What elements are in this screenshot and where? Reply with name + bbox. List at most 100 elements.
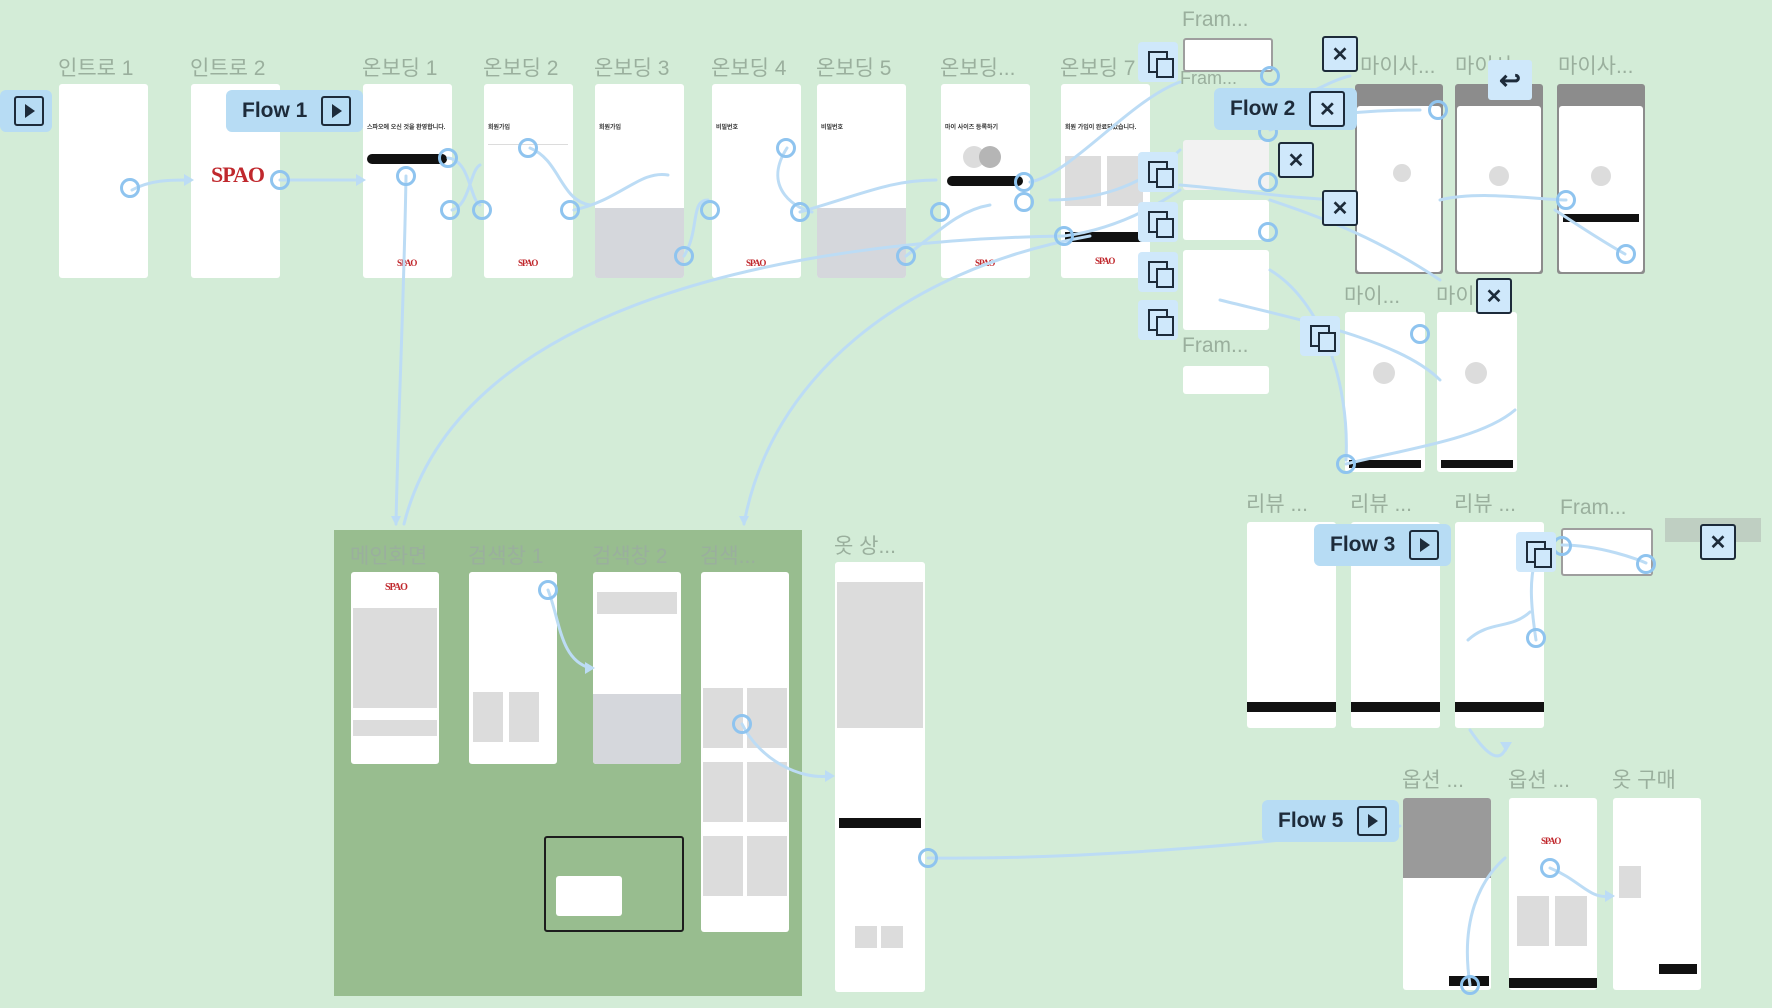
frame-label-intro2[interactable]: 인트로 2 [190, 52, 265, 82]
close-icon[interactable]: ✕ [1322, 36, 1358, 72]
close-icon[interactable]: ✕ [1322, 190, 1358, 226]
copy-icon[interactable] [1516, 532, 1556, 572]
connection-node[interactable] [1014, 172, 1034, 192]
frame-label-top[interactable]: Fram... [1182, 8, 1249, 32]
frame-search3[interactable] [701, 572, 789, 932]
frame-label-onboarding6[interactable]: 온보딩... [940, 52, 1015, 82]
buy-button[interactable] [839, 818, 921, 828]
frame-label-frame-review[interactable]: Fram... [1560, 496, 1627, 520]
frame-label-search1[interactable]: 검색창 1 [468, 540, 543, 570]
connection-node[interactable] [396, 166, 416, 186]
frame-label-onboarding2[interactable]: 온보딩 2 [483, 52, 558, 82]
frame-label-onboarding1[interactable]: 온보딩 1 [362, 52, 437, 82]
connection-node[interactable] [1014, 192, 1034, 212]
frame-label-option2[interactable]: 옵션 ... [1508, 764, 1570, 794]
connection-node[interactable] [518, 138, 538, 158]
frame-onboarding3[interactable]: 회원가입 [595, 84, 684, 278]
frame-search1[interactable] [469, 572, 557, 764]
frame-popup-mid2[interactable] [1183, 200, 1269, 240]
connection-node[interactable] [790, 202, 810, 222]
onb1-cta-button[interactable] [367, 154, 447, 164]
connection-node[interactable] [438, 148, 458, 168]
frame-mysize2[interactable] [1455, 84, 1543, 274]
connection-node[interactable] [1636, 554, 1656, 574]
frame-search2[interactable] [593, 572, 681, 764]
frame-purchase[interactable] [1613, 798, 1701, 990]
frame-label-onboarding7[interactable]: 온보딩 7 [1060, 52, 1135, 82]
play-icon[interactable] [1409, 530, 1440, 560]
connection-node[interactable] [1428, 100, 1448, 120]
figma-canvas[interactable]: 인트로 1 인트로 2 온보딩 1 온보딩 2 온보딩 3 온보딩 4 온보딩 … [0, 0, 1772, 1008]
frame-label-low[interactable]: Fram... [1182, 334, 1249, 358]
frame-main[interactable]: SPAO [351, 572, 439, 764]
close-icon[interactable]: ✕ [1700, 524, 1736, 560]
connection-node[interactable] [776, 138, 796, 158]
flow1-badge[interactable]: Flow 1 [226, 90, 364, 132]
close-icon[interactable]: ✕ [1278, 142, 1314, 178]
frame-clothes-detail[interactable] [835, 562, 925, 992]
frame-popup-top[interactable] [1183, 38, 1273, 72]
connection-node[interactable] [1260, 66, 1280, 86]
connection-node[interactable] [560, 200, 580, 220]
connection-node[interactable] [1258, 172, 1278, 192]
close-icon[interactable]: ✕ [1309, 91, 1346, 127]
connection-node[interactable] [1616, 244, 1636, 264]
close-icon[interactable]: ✕ [1476, 278, 1512, 314]
copy-icon[interactable] [1138, 300, 1178, 340]
connection-node[interactable] [1556, 190, 1576, 210]
frame-label-main[interactable]: 메인화면 [350, 540, 427, 570]
connection-node[interactable] [1258, 222, 1278, 242]
copy-icon[interactable] [1138, 152, 1178, 192]
connection-node[interactable] [1410, 324, 1430, 344]
copy-icon[interactable] [1138, 202, 1178, 242]
frame-label-onboarding4[interactable]: 온보딩 4 [711, 52, 786, 82]
frame-label-search2[interactable]: 검색창 2 [592, 540, 667, 570]
connection-node[interactable] [732, 714, 752, 734]
save-button[interactable] [1563, 214, 1639, 222]
connection-node[interactable] [1526, 628, 1546, 648]
connection-node[interactable] [674, 246, 694, 266]
connection-node[interactable] [472, 200, 492, 220]
connection-node[interactable] [440, 200, 460, 220]
frame-label-review3[interactable]: 리뷰 ... [1454, 488, 1516, 518]
connection-node[interactable] [1054, 226, 1074, 246]
connection-node[interactable] [120, 178, 140, 198]
copy-icon[interactable] [1138, 42, 1178, 82]
connection-node[interactable] [270, 170, 290, 190]
frame-label-mysize1[interactable]: 마이사... [1360, 50, 1435, 80]
frame-label-review2[interactable]: 리뷰 ... [1350, 488, 1412, 518]
frame-label-intro1[interactable]: 인트로 1 [58, 52, 133, 82]
flow5-badge[interactable]: Flow 5 [1262, 800, 1400, 842]
purchase-button[interactable] [1659, 964, 1697, 974]
frame-label-onboarding5[interactable]: 온보딩 5 [816, 52, 891, 82]
frame-label-review1[interactable]: 리뷰 ... [1246, 488, 1308, 518]
onb7-start-button[interactable] [1065, 232, 1145, 242]
frame-label-onboarding3[interactable]: 온보딩 3 [594, 52, 669, 82]
flow3-badge[interactable]: Flow 3 [1314, 524, 1452, 566]
onb6-register-button[interactable] [947, 176, 1023, 186]
copy-icon[interactable] [1138, 252, 1178, 292]
frame-mysize5[interactable] [1437, 312, 1517, 472]
connection-node[interactable] [1336, 454, 1356, 474]
frame-label-option1[interactable]: 옵션 ... [1402, 764, 1464, 794]
connection-node[interactable] [700, 200, 720, 220]
play-icon[interactable] [1357, 806, 1388, 836]
back-icon[interactable]: ↩ [1488, 60, 1532, 100]
frame-label-mysize4[interactable]: 마이... [1344, 280, 1400, 310]
connection-node[interactable] [1460, 975, 1480, 995]
frame-onboarding2[interactable]: 회원가입 SPAO [484, 84, 573, 278]
connection-node[interactable] [1540, 858, 1560, 878]
connection-node[interactable] [930, 202, 950, 222]
frame-label-purchase[interactable]: 옷 구매 [1612, 764, 1676, 794]
frame-label-clothes-detail[interactable]: 옷 상... [834, 530, 896, 560]
frame-label-mysize3[interactable]: 마이사... [1558, 50, 1633, 80]
frame-onboarding7[interactable]: 회원 가입이 완료되었습니다. SPAO [1061, 84, 1150, 278]
frame-onboarding4[interactable]: 비밀번호 SPAO [712, 84, 801, 278]
connection-node[interactable] [918, 848, 938, 868]
copy-icon[interactable] [1300, 316, 1340, 356]
connection-node[interactable] [538, 580, 558, 600]
play-icon[interactable] [14, 96, 44, 126]
play-icon[interactable] [321, 96, 352, 126]
frame-onboarding5[interactable]: 비밀번호 [817, 84, 906, 278]
connection-node[interactable] [896, 246, 916, 266]
